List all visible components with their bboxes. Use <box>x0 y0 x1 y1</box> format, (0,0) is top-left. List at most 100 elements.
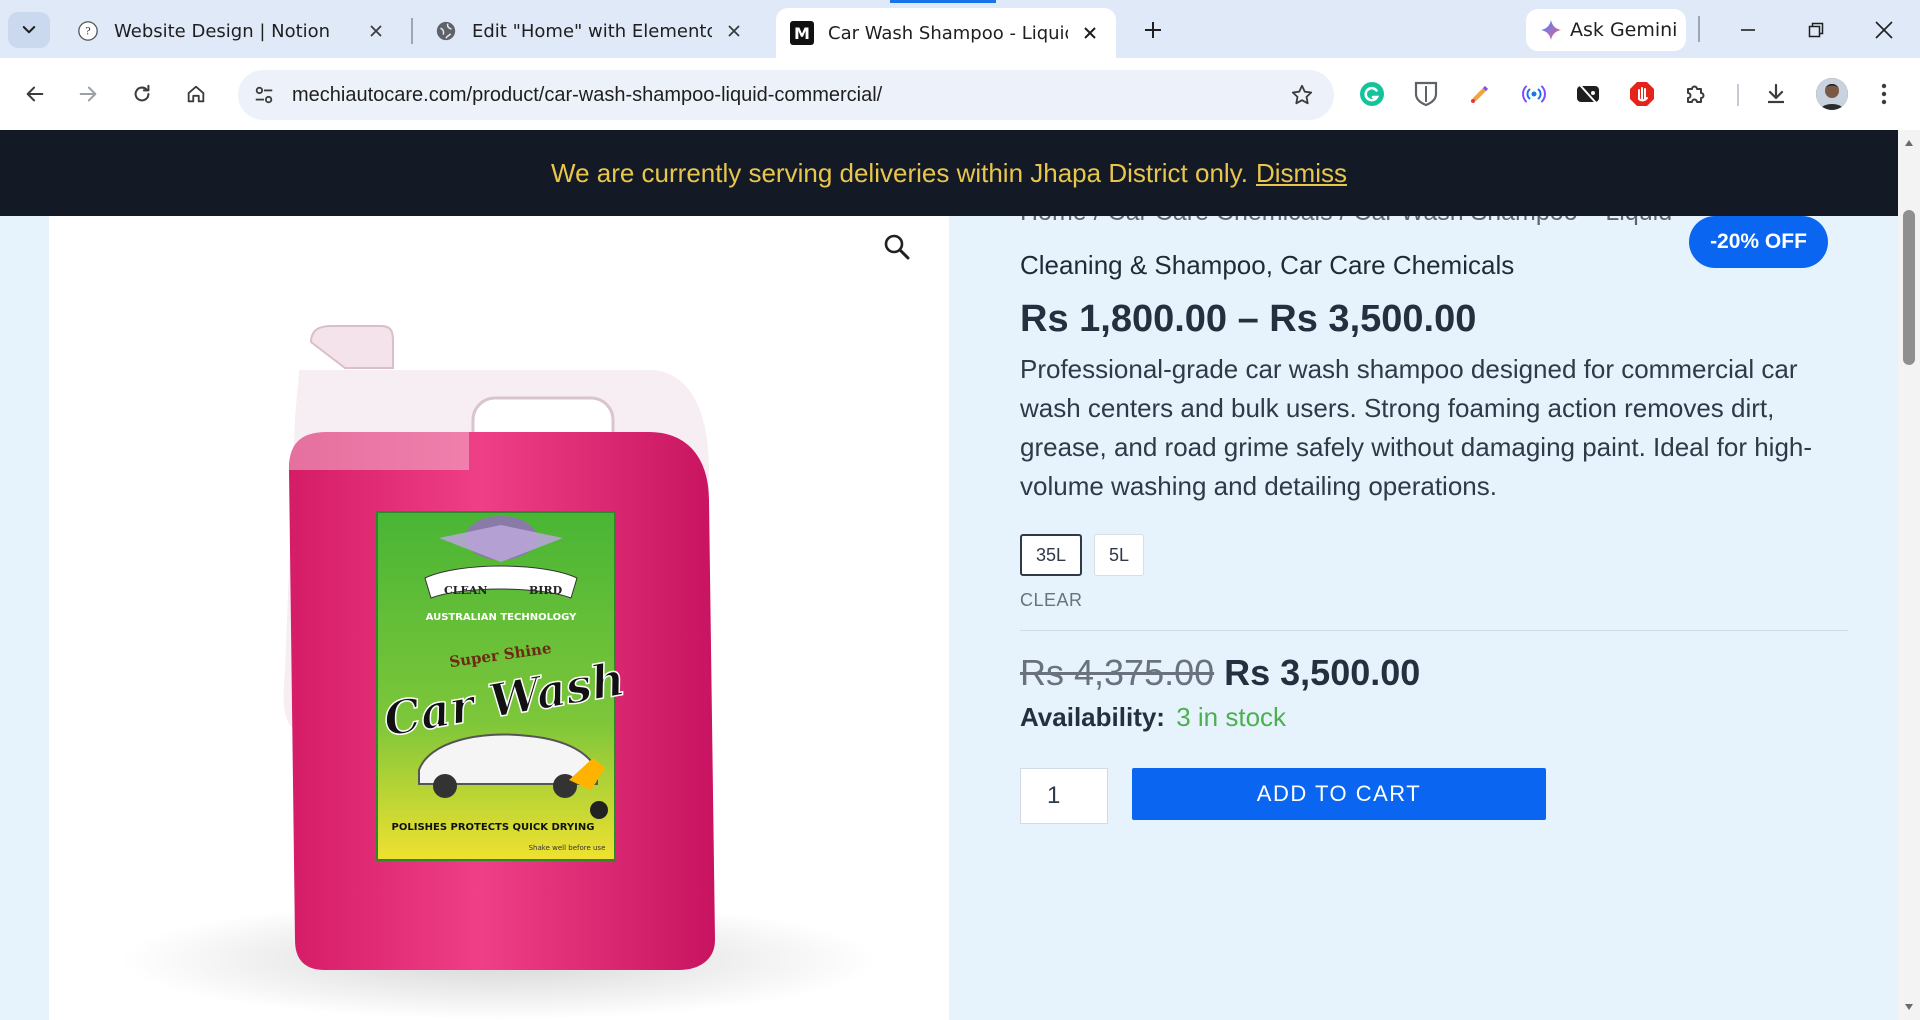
sale-price: Rs 3,500.00 <box>1224 652 1421 693</box>
tab-strip: ? Website Design | Notion Edit "Home" wi… <box>0 0 1920 58</box>
mechi-logo-icon: M <box>790 21 814 45</box>
label-note: Shake well before use <box>529 844 606 852</box>
broadcast-icon <box>1522 85 1546 103</box>
site-info-button[interactable] <box>244 75 284 115</box>
forward-arrow-icon <box>79 86 97 102</box>
sale-badge: -20% OFF <box>1689 216 1828 268</box>
url-text: mechiautocare.com/product/car-wash-shamp… <box>292 83 883 106</box>
game-icon <box>1577 83 1599 105</box>
swatch-5l[interactable]: 5L <box>1094 534 1145 576</box>
magnifier-icon <box>884 234 910 260</box>
swatch-35l[interactable]: 35L <box>1020 534 1083 576</box>
tab-car-wash-shampoo[interactable]: M Car Wash Shampoo - Liquid - 5 <box>776 8 1116 58</box>
gemini-sparkle-icon <box>1540 19 1562 41</box>
home-button[interactable] <box>176 74 216 114</box>
restore-button[interactable] <box>1790 10 1842 50</box>
close-icon[interactable] <box>1078 21 1102 45</box>
close-window-button[interactable] <box>1858 10 1910 50</box>
label-brand-right: BIRD <box>529 584 563 597</box>
bitwarden-extension[interactable] <box>1406 74 1446 114</box>
tab-search-button[interactable] <box>8 12 50 48</box>
ask-gemini-label: Ask Gemini <box>1570 19 1678 41</box>
color-picker-extension[interactable] <box>1460 74 1500 114</box>
browser-menu-button[interactable] <box>1864 74 1904 114</box>
toolbar-separator <box>1737 84 1739 106</box>
add-to-cart-button[interactable]: ADD TO CART <box>1132 768 1546 820</box>
label-tag: AUSTRALIAN TECHNOLOGY <box>426 612 577 623</box>
star-icon <box>1291 84 1313 105</box>
back-button[interactable] <box>15 74 55 114</box>
back-arrow-icon <box>26 86 44 102</box>
home-icon <box>187 85 205 103</box>
broadcast-extension[interactable] <box>1514 74 1554 114</box>
tab-title: Edit "Home" with Elementor <box>472 20 712 42</box>
shield-icon <box>1414 81 1438 107</box>
product-categories[interactable]: Cleaning & Shampoo, Car Care Chemicals <box>1020 250 1514 281</box>
tab-title: Website Design | Notion <box>114 20 331 42</box>
puzzle-piece-icon <box>1687 85 1705 103</box>
scroll-down-arrow-icon[interactable] <box>1903 1002 1915 1012</box>
scroll-up-arrow-icon[interactable] <box>1903 138 1915 148</box>
close-icon[interactable] <box>722 19 746 43</box>
svg-text:?: ? <box>85 27 90 38</box>
ask-gemini-button[interactable]: Ask Gemini <box>1526 9 1686 51</box>
color-pen-icon <box>1471 85 1489 103</box>
new-tab-button[interactable] <box>1136 12 1170 48</box>
notion-icon: ? <box>76 19 100 43</box>
close-icon <box>1875 21 1893 39</box>
product-description: Professional-grade car wash shampoo desi… <box>1020 354 1813 501</box>
variation-price: Rs 4,375.00 Rs 3,500.00 <box>1020 652 1420 694</box>
extensions-menu-button[interactable] <box>1676 74 1716 114</box>
divider <box>1020 630 1848 631</box>
bookmark-button[interactable] <box>1286 79 1318 111</box>
stock-status: 3 in stock <box>1176 702 1287 732</box>
tab-elementor[interactable]: Edit "Home" with Elementor <box>420 8 760 54</box>
product-image: CLEAN BIRD AUSTRALIAN TECHNOLOGY Super S… <box>119 325 879 1020</box>
more-vertical-icon <box>1881 83 1887 105</box>
dismiss-link[interactable]: Dismiss <box>1256 158 1347 189</box>
availability-label: Availability: <box>1020 702 1165 732</box>
adblock-extension[interactable] <box>1622 74 1662 114</box>
downloads-button[interactable] <box>1756 74 1796 114</box>
chevron-down-icon <box>22 26 36 34</box>
product-gallery: CLEAN BIRD AUSTRALIAN TECHNOLOGY Super S… <box>49 170 949 1020</box>
availability: Availability: 3 in stock <box>1020 702 1286 733</box>
store-notice-text: We are currently serving deliveries with… <box>551 157 1248 188</box>
product-summary: Home / Car Care Chemicals / Car Wash Sha… <box>1020 130 1850 1020</box>
download-icon <box>1768 83 1784 104</box>
scrollbar-thumb[interactable] <box>1903 210 1915 365</box>
globe-icon <box>434 19 458 43</box>
close-icon[interactable] <box>364 19 388 43</box>
price-range: Rs 1,800.00 – Rs 3,500.00 <box>1020 298 1477 340</box>
tab-notion[interactable]: ? Website Design | Notion <box>62 8 402 54</box>
browser-toolbar: mechiautocare.com/product/car-wash-shamp… <box>0 58 1920 130</box>
minimize-icon <box>1741 29 1755 31</box>
store-notice-banner: We are currently serving deliveries with… <box>0 130 1898 216</box>
quantity-input[interactable]: 1 <box>1020 768 1108 824</box>
tune-icon <box>255 86 273 104</box>
reload-icon <box>134 84 150 102</box>
puzzle-game-extension[interactable] <box>1568 74 1608 114</box>
page-scrollbar[interactable] <box>1898 130 1920 1020</box>
restore-icon <box>1808 22 1824 38</box>
gemini-separator <box>1698 16 1700 42</box>
image-zoom-button[interactable] <box>880 230 914 264</box>
label-features: POLISHES PROTECTS QUICK DRYING <box>392 822 595 833</box>
svg-text:M: M <box>794 24 810 43</box>
grammarly-extension[interactable] <box>1352 74 1392 114</box>
forward-button[interactable] <box>68 74 108 114</box>
clear-variations-link[interactable]: CLEAR <box>1020 590 1083 611</box>
grammarly-icon <box>1360 82 1384 106</box>
stop-hand-icon <box>1630 82 1654 106</box>
reload-button[interactable] <box>122 74 162 114</box>
page-viewport: We are currently serving deliveries with… <box>0 130 1898 1020</box>
variation-swatches: 35L 5L <box>1020 534 1145 576</box>
address-bar[interactable]: mechiautocare.com/product/car-wash-shamp… <box>238 70 1334 120</box>
tab-separator <box>411 18 413 44</box>
tab-loading-indicator <box>890 0 996 3</box>
label-brand-left: CLEAN <box>444 584 487 597</box>
profile-avatar[interactable] <box>1816 78 1848 110</box>
regular-price: Rs 4,375.00 <box>1020 652 1215 693</box>
minimize-button[interactable] <box>1722 10 1774 50</box>
plus-icon <box>1145 22 1161 38</box>
